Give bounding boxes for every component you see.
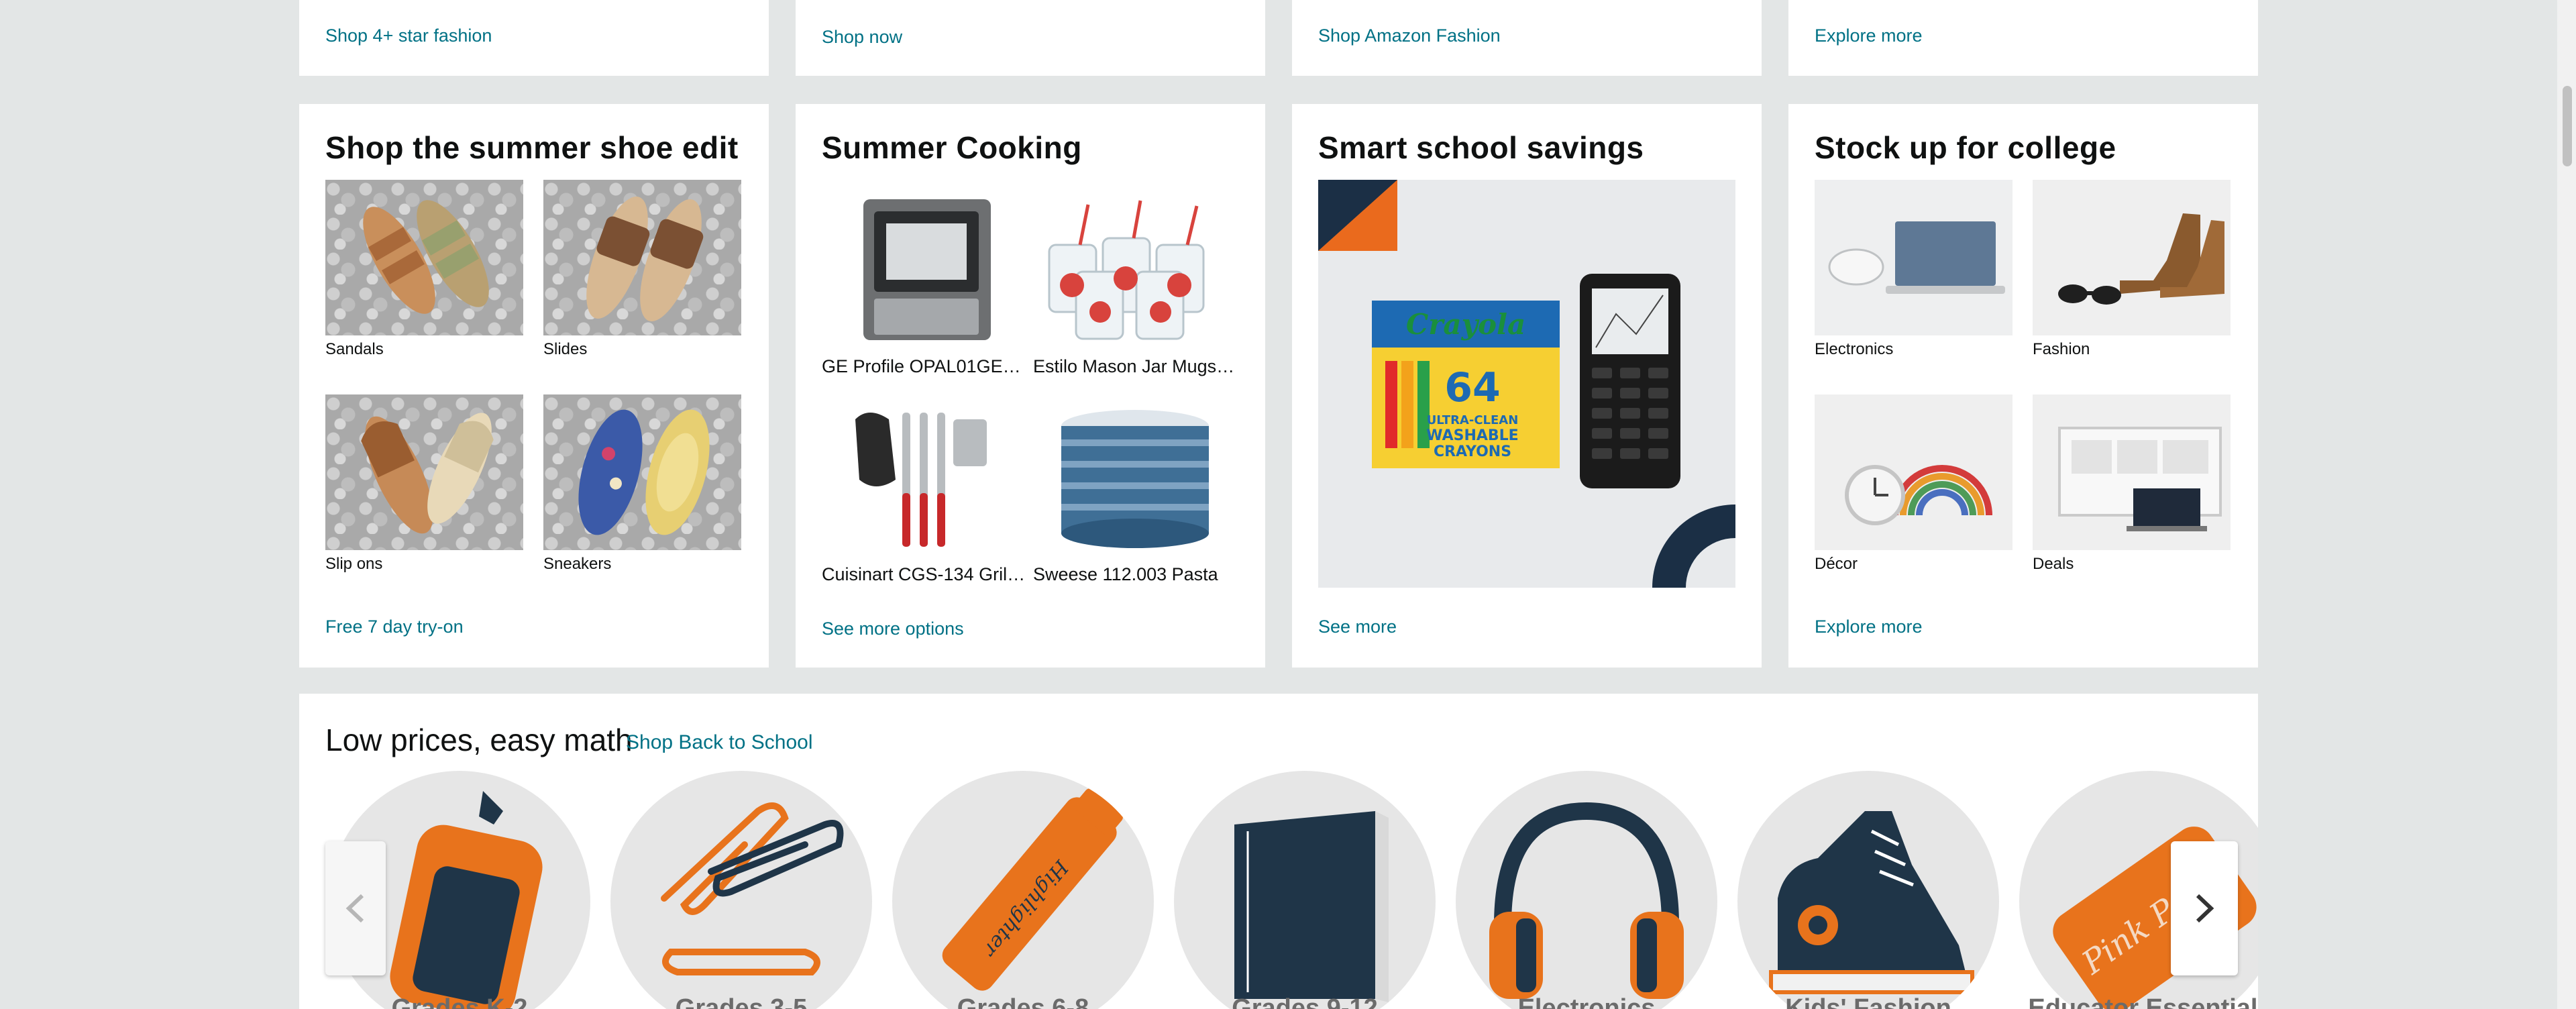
kids-fashion-label: Kids' Fashion bbox=[1785, 994, 1951, 1009]
fashion-label[interactable]: Fashion bbox=[2033, 340, 2090, 359]
estilo-mason-jar-label[interactable]: Estilo Mason Jar Mugs with bbox=[1033, 356, 1238, 377]
kids-fashion-item[interactable]: Kids' Fashion bbox=[1737, 771, 1999, 1009]
crayon-line3-text: CRAYONS bbox=[1434, 443, 1511, 460]
slip-ons-image[interactable] bbox=[325, 394, 523, 550]
card-title: Stock up for college bbox=[1815, 130, 2116, 165]
free-try-on-link[interactable]: Free 7 day try-on bbox=[325, 617, 464, 637]
card-title: Summer Cooking bbox=[822, 130, 1082, 165]
shop-now-link[interactable]: Shop now bbox=[822, 27, 902, 48]
deals-image[interactable] bbox=[2033, 394, 2231, 550]
chevron-right-icon bbox=[2196, 894, 2214, 923]
top-card-2: Shop now bbox=[796, 0, 1265, 76]
crayon-line2-text: WASHABLE bbox=[1426, 427, 1518, 444]
educator-essentials-label: Educator Essentials bbox=[2028, 994, 2258, 1009]
grades-k2-label: Grades K-2 bbox=[391, 994, 528, 1009]
smart-school-savings-card: Smart school savings Crayola 64 ULTRA-CL… bbox=[1292, 104, 1762, 668]
sneakers-label[interactable]: Sneakers bbox=[543, 555, 611, 574]
electronics-headphones-image bbox=[1456, 771, 1717, 1009]
top-card-3: Shop Amazon Fashion bbox=[1292, 0, 1762, 76]
grades-68-image: Highlighter bbox=[892, 771, 1154, 1009]
sweese-pasta-label[interactable]: Sweese 112.003 Pasta bbox=[1033, 564, 1238, 585]
summer-cooking-card: Summer Cooking GE Profile OPAL01GEPSS Op… bbox=[796, 104, 1265, 668]
slides-image[interactable] bbox=[543, 180, 741, 335]
electronics-item[interactable]: Electronics bbox=[1456, 771, 1717, 1009]
cuisinart-label[interactable]: Cuisinart CGS-134 Grilling Set bbox=[822, 564, 1026, 585]
kids-fashion-image bbox=[1737, 771, 1999, 1009]
fashion-image[interactable] bbox=[2033, 180, 2231, 335]
low-prices-carousel-card: Low prices, easy math Shop Back to Schoo… bbox=[299, 694, 2258, 1009]
decor-image[interactable] bbox=[1815, 394, 2012, 550]
page-scrollbar[interactable] bbox=[2557, 0, 2576, 1009]
grades-912-item[interactable]: Grades 9-12 bbox=[1174, 771, 1436, 1009]
grades-35-label: Grades 3-5 bbox=[675, 994, 808, 1009]
carousel-title: Low prices, easy math bbox=[325, 723, 633, 757]
carousel-prev-button[interactable] bbox=[325, 841, 386, 975]
top-card-4: Explore more bbox=[1788, 0, 2258, 76]
top-card-1: Shop 4+ star fashion bbox=[299, 0, 769, 76]
sandals-image[interactable] bbox=[325, 180, 523, 335]
carousel-next-button[interactable] bbox=[2171, 841, 2238, 975]
card-title: Shop the summer shoe edit bbox=[325, 130, 739, 165]
shop-back-to-school-link[interactable]: Shop Back to School bbox=[626, 731, 813, 754]
grades-35-image bbox=[610, 771, 872, 1009]
shop-amazon-fashion-link[interactable]: Shop Amazon Fashion bbox=[1318, 25, 1501, 46]
grades-68-label: Grades 6-8 bbox=[957, 994, 1089, 1009]
chevron-left-icon bbox=[345, 894, 364, 923]
shop-4-star-fashion-link[interactable]: Shop 4+ star fashion bbox=[325, 25, 492, 46]
slides-label[interactable]: Slides bbox=[543, 340, 587, 359]
electronics-label[interactable]: Electronics bbox=[1815, 340, 1893, 359]
grilling-set-image[interactable] bbox=[822, 399, 1026, 553]
sandals-label[interactable]: Sandals bbox=[325, 340, 384, 359]
deals-label[interactable]: Deals bbox=[2033, 555, 2074, 574]
see-more-options-link[interactable]: See more options bbox=[822, 619, 964, 639]
crayon-line1-text: ULTRA-CLEAN bbox=[1427, 413, 1519, 427]
crayola-calculator-image[interactable]: Crayola 64 ULTRA-CLEAN WASHABLE CRAYONS bbox=[1318, 180, 1735, 588]
explore-more-link-top[interactable]: Explore more bbox=[1815, 25, 1923, 46]
crayon-count-text: 64 bbox=[1444, 364, 1501, 411]
electronics-image[interactable] bbox=[1815, 180, 2012, 335]
grades-35-item[interactable]: Grades 3-5 bbox=[610, 771, 872, 1009]
grades-912-image bbox=[1174, 771, 1436, 1009]
grades-68-item[interactable]: Highlighter Grades 6-8 bbox=[892, 771, 1154, 1009]
grades-912-label: Grades 9-12 bbox=[1232, 994, 1378, 1009]
see-more-link[interactable]: See more bbox=[1318, 617, 1397, 637]
slip-ons-label[interactable]: Slip ons bbox=[325, 555, 382, 574]
decor-label[interactable]: Décor bbox=[1815, 555, 1858, 574]
mason-jar-image[interactable] bbox=[1033, 191, 1238, 346]
electronics-label: Electronics bbox=[1517, 994, 1656, 1009]
stock-up-college-card: Stock up for college Electronics Fashion bbox=[1788, 104, 2258, 668]
explore-more-link[interactable]: Explore more bbox=[1815, 617, 1923, 637]
scrollbar-thumb[interactable] bbox=[2563, 86, 2572, 166]
crayola-brand-text: Crayola bbox=[1406, 308, 1525, 341]
summer-shoe-card: Shop the summer shoe edit Sandals Slides… bbox=[299, 104, 769, 668]
ice-maker-image[interactable] bbox=[822, 191, 1026, 346]
card-title: Smart school savings bbox=[1318, 130, 1644, 165]
ge-profile-label[interactable]: GE Profile OPAL01GEPSS Opal bbox=[822, 356, 1026, 377]
pasta-bowls-image[interactable] bbox=[1033, 399, 1238, 553]
sneakers-image[interactable] bbox=[543, 394, 741, 550]
